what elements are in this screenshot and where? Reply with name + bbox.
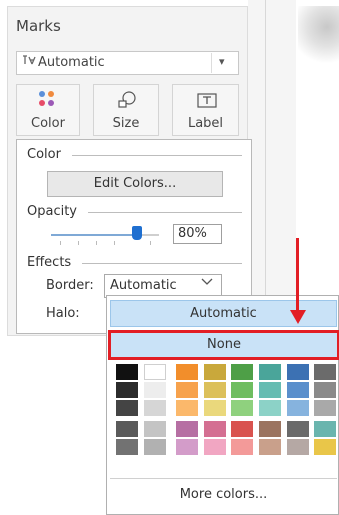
size-button-label: Size — [112, 116, 140, 131]
opacity-slider-thumb[interactable] — [132, 226, 143, 240]
size-mark-button[interactable]: Size — [93, 84, 159, 136]
color-swatch[interactable] — [116, 421, 138, 437]
marks-title: Marks — [16, 17, 61, 35]
color-section-divider — [72, 155, 242, 156]
size-shapes-icon — [117, 91, 137, 113]
border-label: Border: — [46, 278, 94, 293]
color-swatch[interactable] — [231, 421, 253, 437]
more-colors-divider — [110, 478, 337, 479]
opacity-section-heading: Opacity — [27, 204, 78, 219]
color-swatch[interactable] — [204, 400, 226, 416]
color-swatch[interactable] — [259, 400, 281, 416]
color-swatch[interactable] — [314, 439, 336, 455]
color-swatch[interactable] — [116, 439, 138, 455]
color-swatch[interactable] — [287, 439, 309, 455]
color-swatch[interactable] — [287, 421, 309, 437]
color-swatch[interactable] — [204, 439, 226, 455]
color-section-heading: Color — [27, 147, 61, 162]
color-swatch[interactable] — [231, 400, 253, 416]
color-swatch[interactable] — [259, 421, 281, 437]
color-swatch[interactable] — [287, 400, 309, 416]
color-swatch[interactable] — [287, 382, 309, 398]
effects-section-heading: Effects — [27, 255, 72, 270]
color-swatch[interactable] — [116, 400, 138, 416]
color-swatch[interactable] — [176, 364, 198, 380]
slider-tick — [114, 241, 115, 245]
color-swatch[interactable] — [314, 421, 336, 437]
label-mark-button[interactable]: Label — [172, 84, 239, 136]
color-swatch[interactable] — [231, 439, 253, 455]
color-swatch[interactable] — [144, 400, 166, 416]
effects-section-divider — [82, 263, 242, 264]
slider-tick — [78, 241, 79, 245]
slider-tick — [150, 241, 151, 245]
callout-arrow-head — [290, 310, 306, 324]
color-swatch[interactable] — [259, 382, 281, 398]
edit-colors-button[interactable]: Edit Colors... — [47, 171, 223, 197]
option-none[interactable]: None — [108, 330, 339, 360]
mark-type-divider — [211, 53, 212, 73]
color-swatch[interactable] — [231, 382, 253, 398]
color-mark-button[interactable]: Color — [16, 84, 80, 136]
color-swatch[interactable] — [144, 421, 166, 437]
color-swatch[interactable] — [144, 382, 166, 398]
mark-type-value: Automatic — [38, 55, 105, 70]
color-swatch[interactable] — [176, 439, 198, 455]
callout-arrow-shaft — [296, 238, 299, 312]
slider-tick — [96, 241, 97, 245]
color-swatch[interactable] — [176, 382, 198, 398]
color-swatch[interactable] — [259, 364, 281, 380]
color-swatch[interactable] — [287, 364, 309, 380]
chevron-down-icon[interactable] — [201, 275, 213, 290]
slider-tick — [60, 241, 61, 245]
color-swatch[interactable] — [259, 439, 281, 455]
color-swatch[interactable] — [176, 421, 198, 437]
label-T-icon — [197, 93, 217, 113]
color-swatch[interactable] — [116, 382, 138, 398]
map-background — [298, 6, 339, 66]
color-swatch[interactable] — [314, 364, 336, 380]
color-swatch[interactable] — [314, 400, 336, 416]
mark-type-icon — [22, 54, 36, 70]
color-swatch[interactable] — [204, 364, 226, 380]
color-swatch[interactable] — [116, 364, 138, 380]
label-button-label: Label — [187, 116, 224, 131]
color-swatch[interactable] — [176, 400, 198, 416]
border-value: Automatic — [110, 278, 177, 293]
opacity-input[interactable]: 80% — [173, 224, 222, 244]
chevron-down-icon[interactable]: ▾ — [219, 55, 225, 68]
color-swatch[interactable] — [231, 364, 253, 380]
opacity-slider-fill — [51, 234, 138, 236]
halo-label: Halo: — [46, 306, 80, 321]
color-swatch[interactable] — [144, 439, 166, 455]
color-swatch[interactable] — [204, 421, 226, 437]
color-button-label: Color — [31, 116, 65, 131]
color-dots-icon — [39, 91, 57, 109]
more-colors-button[interactable]: More colors... — [110, 487, 337, 502]
color-swatch[interactable] — [144, 364, 166, 380]
color-swatch[interactable] — [204, 382, 226, 398]
color-swatch[interactable] — [314, 382, 336, 398]
opacity-section-divider — [88, 212, 242, 213]
